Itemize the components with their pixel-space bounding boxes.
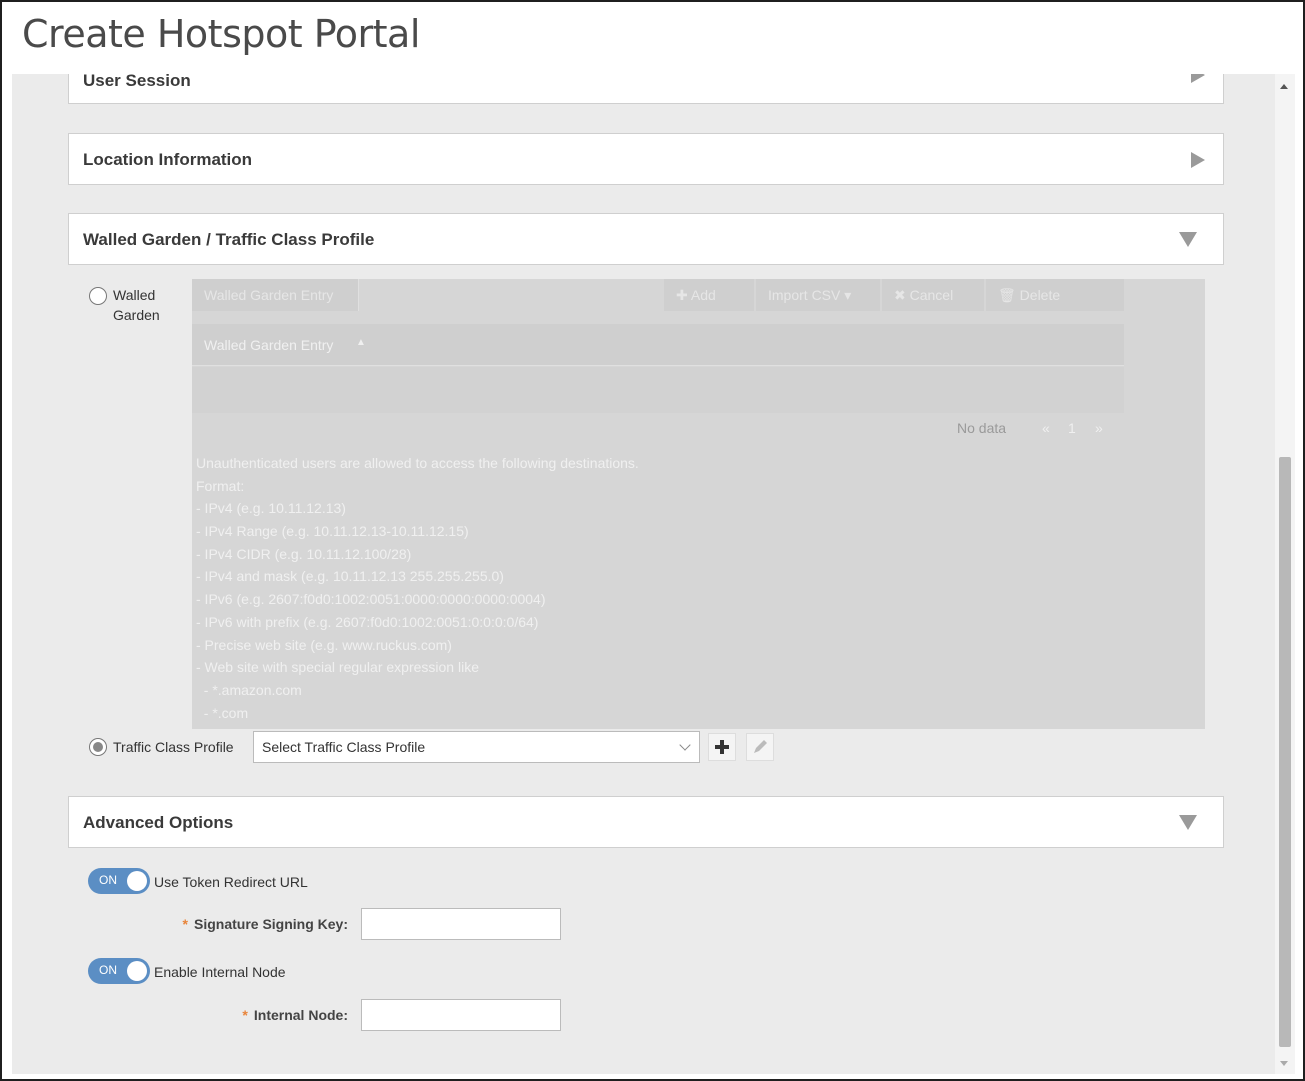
section-user-session[interactable]: User Session (68, 74, 1224, 104)
enable-internal-node-label: Enable Internal Node (154, 964, 286, 980)
dialog-content: User Session Location Information Walled… (12, 74, 1275, 1074)
walled-garden-entry-input[interactable]: Walled Garden Entry (192, 279, 359, 311)
pencil-icon (754, 740, 767, 753)
section-advanced-options[interactable]: Advanced Options (68, 796, 1224, 848)
scroll-down-icon[interactable] (1280, 1061, 1288, 1066)
page-title: Create Hotspot Portal (22, 12, 420, 56)
traffic-class-profile-label: Traffic Class Profile (113, 739, 234, 755)
delete-button[interactable]: 🗑 Delete (986, 279, 1124, 311)
walled-garden-panel: Walled Garden Entry ✚ Add Import CSV ▾ ✖… (192, 279, 1205, 729)
toggle-knob (127, 961, 147, 981)
help-line: - Precise web site (e.g. www.ruckus.com) (196, 636, 452, 653)
cancel-button[interactable]: ✖ Cancel (882, 279, 984, 311)
scroll-up-icon[interactable] (1280, 84, 1288, 89)
walled-garden-label: Walled (113, 287, 156, 303)
collapse-arrow-icon (1179, 815, 1197, 830)
trash-icon: 🗑 (998, 287, 1020, 303)
signature-signing-key-label: * Signature Signing Key: (162, 916, 348, 932)
help-line: - *.amazon.com (196, 681, 302, 698)
walled-garden-label-2: Garden (113, 307, 160, 323)
toggle-on-text: ON (99, 873, 117, 887)
required-mark: * (182, 916, 188, 932)
section-walled-garden[interactable]: Walled Garden / Traffic Class Profile (68, 213, 1224, 265)
section-title-advanced-options: Advanced Options (83, 813, 234, 832)
help-line: - IPv4 (e.g. 10.11.12.13) (196, 500, 346, 517)
section-location-information[interactable]: Location Information (68, 133, 1224, 185)
caret-down-icon: ▾ (840, 287, 852, 303)
use-token-redirect-toggle[interactable]: ON (88, 868, 150, 894)
expand-arrow-icon (1191, 74, 1205, 83)
required-mark: * (242, 1007, 248, 1023)
select-placeholder: Select Traffic Class Profile (262, 739, 426, 755)
walled-garden-radio[interactable] (89, 287, 107, 305)
internal-node-text: Internal Node: (253, 1007, 348, 1023)
page-number[interactable]: 1 (1068, 420, 1076, 436)
next-page-icon[interactable]: » (1095, 420, 1103, 436)
toolbar-spacer (360, 279, 662, 311)
chevron-down-icon (679, 739, 691, 751)
no-data-text: No data (957, 420, 1007, 436)
edit-profile-button[interactable] (746, 733, 774, 761)
toggle-on-text: ON (99, 963, 117, 977)
section-title-location-information: Location Information (83, 150, 253, 169)
help-line: - IPv6 (e.g. 2607:f0d0:1002:0051:0000:00… (196, 591, 546, 608)
table-header: Walled Garden Entry ▲ (192, 324, 1124, 366)
add-button-label: Add (690, 287, 716, 303)
dialog-window: Create Hotspot Portal User Session Locat… (0, 0, 1305, 1081)
plus-icon (715, 740, 729, 754)
walled-garden-help: Unauthenticated users are allowed to acc… (196, 455, 639, 727)
scroll-thumb[interactable] (1279, 457, 1291, 1047)
collapse-arrow-icon (1179, 232, 1197, 247)
x-icon: ✖ (894, 287, 910, 303)
prev-page-icon[interactable]: « (1042, 420, 1050, 436)
table-body (192, 367, 1124, 413)
delete-button-label: Delete (1019, 287, 1061, 303)
help-line: - *.com (196, 704, 249, 721)
help-line: - IPv4 CIDR (e.g. 10.11.12.100/28) (196, 545, 412, 562)
section-title-user-session: User Session (83, 74, 191, 90)
internal-node-input[interactable] (361, 999, 561, 1031)
traffic-class-profile-radio[interactable] (89, 738, 107, 756)
section-title-walled-garden: Walled Garden / Traffic Class Profile (83, 230, 375, 249)
sort-asc-icon: ▲ (356, 337, 366, 348)
vertical-scrollbar[interactable] (1275, 74, 1295, 1074)
cancel-button-label: Cancel (909, 287, 954, 303)
help-line: Format: (196, 477, 245, 494)
toggle-knob (127, 871, 147, 891)
plus-icon: ✚ (676, 287, 691, 303)
use-token-redirect-label: Use Token Redirect URL (154, 874, 308, 890)
enable-internal-node-toggle[interactable]: ON (88, 958, 150, 984)
traffic-class-profile-select[interactable]: Select Traffic Class Profile (253, 731, 700, 763)
help-line: - IPv4 Range (e.g. 10.11.12.13-10.11.12.… (196, 523, 469, 540)
column-header-walled-garden-entry[interactable]: Walled Garden Entry (204, 337, 333, 353)
signature-signing-key-text: Signature Signing Key: (193, 916, 348, 932)
internal-node-label: * Internal Node: (162, 1007, 348, 1023)
import-csv-label: Import CSV (768, 287, 841, 303)
help-line: - IPv4 and mask (e.g. 10.11.12.13 255.25… (196, 568, 504, 585)
help-line: - IPv6 with prefix (e.g. 2607:f0d0:1002:… (196, 613, 539, 630)
import-csv-button[interactable]: Import CSV ▾ (756, 279, 880, 311)
add-button[interactable]: ✚ Add (664, 279, 754, 311)
help-line: Unauthenticated users are allowed to acc… (196, 455, 639, 471)
help-line: - Web site with special regular expressi… (196, 659, 479, 676)
add-profile-button[interactable] (708, 733, 736, 761)
signature-signing-key-input[interactable] (361, 908, 561, 940)
expand-arrow-icon (1191, 152, 1205, 168)
